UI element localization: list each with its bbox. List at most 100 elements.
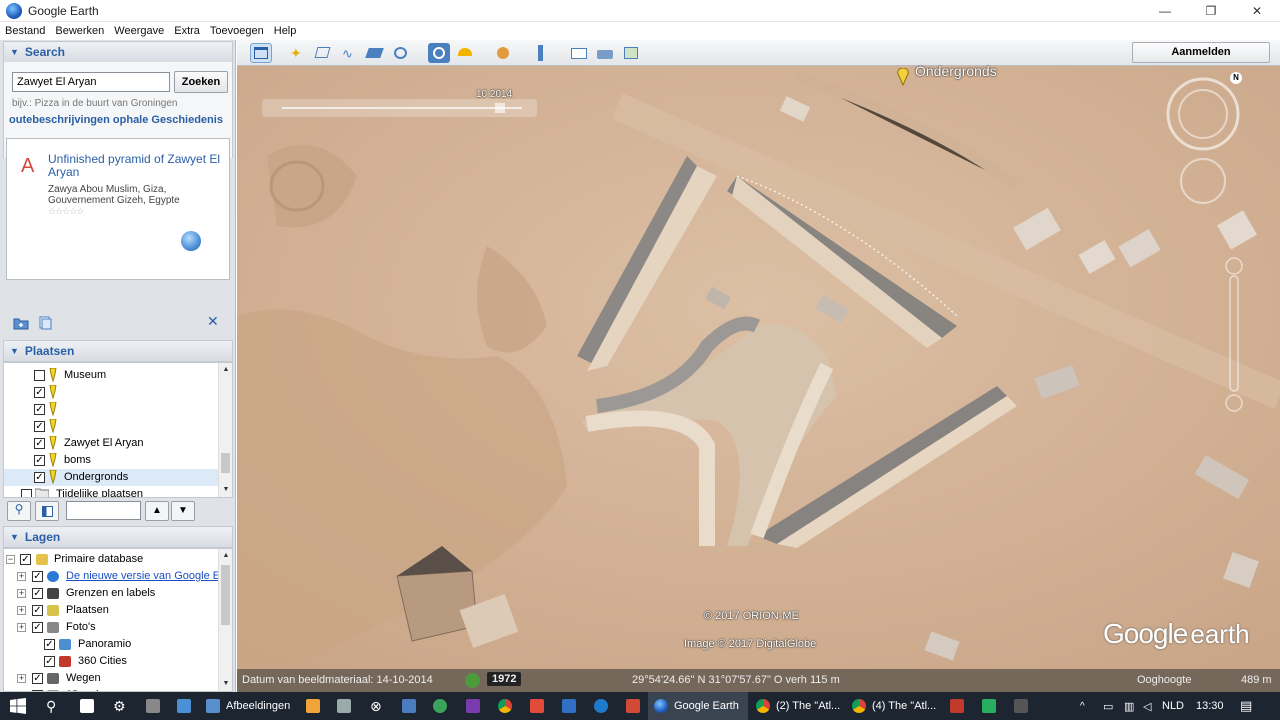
minimize-button[interactable]: — bbox=[1142, 0, 1188, 22]
imagery-year[interactable]: 1972 bbox=[487, 672, 522, 686]
save-image-icon[interactable] bbox=[620, 43, 642, 63]
layer-item-borders-labels[interactable]: + ✓ Grenzen en labels bbox=[4, 585, 218, 602]
search-result[interactable]: A Unfinished pyramid of Zawyet El Aryan … bbox=[6, 138, 230, 280]
add-placemark-icon[interactable]: ✦ bbox=[286, 43, 308, 63]
clock[interactable]: 13:30 bbox=[1196, 692, 1224, 720]
taskbar-item-afbeeldingen[interactable]: Afbeeldingen bbox=[202, 692, 302, 720]
layers-scrollbar[interactable]: ▲ ▼ bbox=[218, 549, 232, 691]
checkbox[interactable]: ✓ bbox=[34, 387, 45, 398]
checkbox[interactable]: ✓ bbox=[34, 404, 45, 415]
layer-item-photos[interactable]: + ✓ Foto's bbox=[4, 619, 218, 636]
places-item-boms[interactable]: ✓ boms bbox=[4, 452, 218, 469]
expand-icon[interactable]: + bbox=[17, 589, 26, 598]
add-overlay-icon[interactable] bbox=[364, 43, 386, 63]
scroll-down-icon[interactable]: ▼ bbox=[219, 483, 232, 497]
move-down-button[interactable]: ▼ bbox=[171, 501, 195, 521]
checkbox[interactable]: ✓ bbox=[44, 656, 55, 667]
app-icon[interactable] bbox=[337, 692, 357, 720]
scroll-up-icon[interactable]: ▲ bbox=[219, 363, 232, 377]
add-folder-icon[interactable] bbox=[13, 316, 29, 330]
checkbox[interactable]: ✓ bbox=[34, 438, 45, 449]
app-icon[interactable] bbox=[433, 692, 453, 720]
chrome-icon[interactable] bbox=[498, 692, 518, 720]
search-input[interactable] bbox=[12, 72, 170, 92]
places-item-unnamed-1[interactable]: ✓ bbox=[4, 384, 218, 401]
print-icon[interactable] bbox=[594, 43, 616, 63]
search-icon[interactable]: ⚲ bbox=[46, 692, 56, 720]
taskbar-item-chrome-1[interactable]: (2) The "Atl... bbox=[752, 692, 844, 720]
app-icon[interactable] bbox=[530, 692, 550, 720]
expand-icon[interactable]: + bbox=[17, 572, 26, 581]
historical-clock-icon[interactable] bbox=[465, 673, 480, 688]
taskbar-item-google-earth[interactable]: Google Earth bbox=[648, 692, 748, 720]
app-icon[interactable] bbox=[982, 692, 1002, 720]
search-links[interactable]: outebeschrijvingen ophale Geschiedenis bbox=[9, 114, 233, 126]
layer-item-panoramio[interactable]: ✓ Panoramio bbox=[4, 636, 218, 653]
menu-view[interactable]: Weergave bbox=[109, 22, 169, 40]
layer-item-label[interactable]: De nieuwe versie van Google E bbox=[66, 570, 218, 582]
volume-icon[interactable]: ◁ bbox=[1143, 692, 1151, 720]
close-button[interactable]: ✕ bbox=[1234, 0, 1280, 22]
result-title[interactable]: Unfinished pyramid of Zawyet El Aryan bbox=[48, 153, 226, 179]
checkbox[interactable]: ✓ bbox=[34, 455, 45, 466]
placemark-label[interactable]: Ondergronds bbox=[915, 63, 997, 79]
layer-item-new-version[interactable]: + ✓ De nieuwe versie van Google E bbox=[4, 568, 218, 585]
battery-icon[interactable]: ▭ bbox=[1103, 692, 1113, 720]
scroll-up-icon[interactable]: ▲ bbox=[219, 549, 232, 563]
layer-item-360-cities[interactable]: ✓ 360 Cities bbox=[4, 653, 218, 670]
xbox-icon[interactable]: ⊗ bbox=[370, 692, 382, 720]
copy-icon[interactable] bbox=[37, 316, 53, 330]
menu-tools[interactable]: Extra bbox=[169, 22, 205, 40]
ruler-icon[interactable] bbox=[530, 43, 552, 63]
places-item-unnamed-2[interactable]: ✓ bbox=[4, 401, 218, 418]
checkbox[interactable]: ✓ bbox=[32, 588, 43, 599]
checkbox[interactable]: ✓ bbox=[44, 639, 55, 650]
settings-gear-icon[interactable]: ⚙ bbox=[113, 692, 126, 720]
sidebar-toggle-icon[interactable] bbox=[250, 43, 272, 63]
sunlight-icon[interactable] bbox=[454, 43, 476, 63]
checkbox[interactable]: ✓ bbox=[34, 421, 45, 432]
expand-icon[interactable]: + bbox=[17, 674, 26, 683]
add-path-icon[interactable]: ∿ bbox=[338, 43, 360, 63]
layer-item-primary-database[interactable]: − ✓ Primaire database bbox=[4, 551, 218, 568]
checkbox[interactable]: ✓ bbox=[34, 472, 45, 483]
checkbox[interactable] bbox=[21, 489, 32, 497]
sign-in-button[interactable]: Aanmelden bbox=[1132, 42, 1270, 63]
app-icon[interactable] bbox=[402, 692, 422, 720]
record-tour-icon[interactable] bbox=[390, 43, 412, 63]
places-item-tijdelijke-plaatsen[interactable]: Tijdelijke plaatsen bbox=[4, 486, 218, 497]
move-up-button[interactable]: ▲ bbox=[145, 501, 169, 521]
app-icon[interactable] bbox=[177, 692, 197, 720]
email-icon[interactable] bbox=[568, 43, 590, 63]
scroll-thumb[interactable] bbox=[221, 453, 230, 473]
checkbox[interactable] bbox=[34, 370, 45, 381]
app-icon[interactable] bbox=[1014, 692, 1034, 720]
search-button[interactable]: Zoeken bbox=[174, 71, 228, 93]
placemark-pin-icon[interactable] bbox=[897, 67, 909, 87]
tray-chevron-icon[interactable]: ^ bbox=[1080, 692, 1085, 720]
language-indicator[interactable]: NLD bbox=[1162, 692, 1184, 720]
menu-edit[interactable]: Bewerken bbox=[50, 22, 109, 40]
places-scrollbar[interactable]: ▲ ▼ bbox=[218, 363, 232, 497]
globe-icon[interactable] bbox=[181, 231, 201, 251]
panel-toggle-button[interactable] bbox=[35, 501, 59, 521]
menu-add[interactable]: Toevoegen bbox=[205, 22, 269, 40]
notifications-icon[interactable]: ▤ bbox=[1240, 692, 1252, 720]
expand-icon[interactable]: + bbox=[17, 623, 26, 632]
app-icon[interactable] bbox=[306, 692, 326, 720]
places-item-ondergronds[interactable]: ✓ Ondergronds bbox=[4, 469, 218, 486]
menu-help[interactable]: Help bbox=[269, 22, 302, 40]
places-item-museum[interactable]: Museum bbox=[4, 367, 218, 384]
historical-imagery-icon[interactable] bbox=[428, 43, 450, 63]
network-icon[interactable]: ▥ bbox=[1124, 692, 1134, 720]
checkbox[interactable]: ✓ bbox=[32, 605, 43, 616]
compass-north-icon[interactable]: N bbox=[1230, 72, 1242, 84]
search-panel-header[interactable]: ▼ Search bbox=[3, 41, 233, 63]
checkbox[interactable]: ✓ bbox=[32, 673, 43, 684]
app-icon[interactable] bbox=[626, 692, 646, 720]
app-icon[interactable] bbox=[146, 692, 166, 720]
places-panel-header[interactable]: ▼ Plaatsen bbox=[3, 340, 233, 362]
scroll-thumb[interactable] bbox=[221, 565, 230, 625]
taskbar-item-chrome-2[interactable]: (4) The "Atl... bbox=[848, 692, 940, 720]
places-filter-input[interactable] bbox=[66, 501, 141, 520]
